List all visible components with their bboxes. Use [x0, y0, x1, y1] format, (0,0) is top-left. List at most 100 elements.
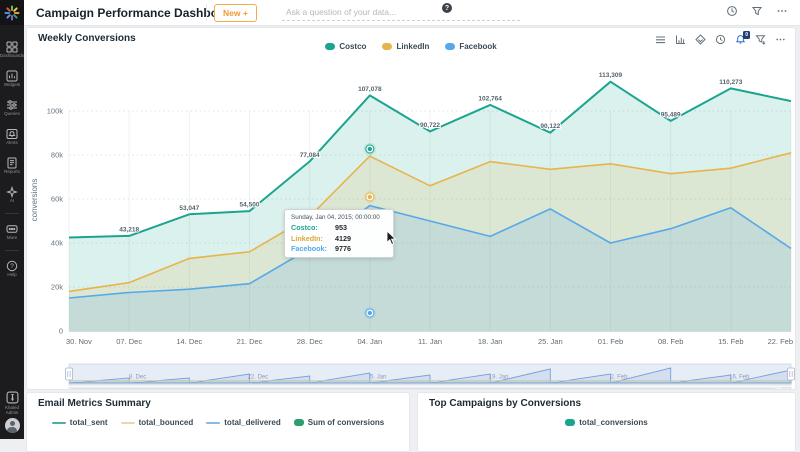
chart-tooltip: Sunday, Jan 04, 2015; 00:00:00 Costco: 9…: [284, 209, 394, 258]
scrollbar-button[interactable]: [782, 387, 791, 389]
sidebar-item-reports[interactable]: Reports: [0, 153, 24, 179]
data-label: 90,722: [420, 122, 440, 129]
data-label: 110,273: [719, 79, 743, 86]
history-icon[interactable]: [726, 5, 738, 17]
topbar-divider: [206, 4, 207, 21]
sidebar-item-label: Reports: [4, 170, 20, 175]
logo-starburst-icon: [4, 5, 20, 21]
y-tick-label: 40k: [51, 239, 63, 248]
user-avatar[interactable]: [5, 418, 20, 433]
navigator-handle[interactable]: [788, 368, 795, 380]
x-tick-label: 28. Dec: [297, 337, 323, 346]
navigator-date-label: 16. Feb: [729, 375, 750, 381]
navigator-date-label: 8. Dec: [129, 375, 146, 381]
x-tick-label: 11. Jan: [418, 337, 442, 346]
sidebar-item-more[interactable]: More: [0, 219, 24, 245]
sidebar-item-label: Help: [7, 273, 16, 278]
tooltip-header: Sunday, Jan 04, 2015; 00:00:00: [291, 214, 387, 221]
sidebar-item-label: Widgets: [4, 83, 20, 88]
selected-point-marker[interactable]: [368, 195, 372, 199]
y-tick-label: 100k: [47, 107, 64, 116]
x-tick-label: 08. Feb: [658, 337, 683, 346]
data-label: 107,078: [358, 86, 382, 93]
selected-point-marker[interactable]: [368, 147, 372, 151]
data-label: 43,218: [119, 226, 139, 233]
y-axis-title: conversions: [30, 179, 39, 222]
tooltip-row: LinkedIn: 4129: [291, 234, 387, 243]
reports-document-icon: [6, 157, 18, 169]
legend-item-total-bounced[interactable]: total_bounced: [121, 418, 194, 427]
help-icon[interactable]: ?: [442, 3, 452, 13]
email-metrics-widget: Email Metrics Summary total_sent total_b…: [26, 392, 410, 452]
top-campaigns-legend: total_conversions: [418, 418, 795, 427]
weekly-conversions-widget: Weekly Conversions 0: [26, 27, 796, 390]
data-label: 102,764: [478, 95, 502, 102]
selected-point-marker[interactable]: [368, 311, 372, 315]
x-tick-label: 18. Jan: [478, 337, 503, 346]
alerts-bell-icon: [6, 128, 18, 140]
sisense-logo-icon[interactable]: [0, 0, 24, 25]
weekly-conversions-chart[interactable]: 020k40k60k80k100k43,21853,04754,50077,08…: [27, 28, 795, 389]
sidebar-item-label: Queries: [4, 112, 20, 117]
dashboards-grid-icon: [6, 41, 18, 53]
navigator-date-label: 19. Jan: [489, 375, 509, 381]
user-label: Khaled Admin: [1, 406, 23, 416]
sum-conversions-swatch: [294, 419, 304, 426]
x-tick-label: 30. Nov: [66, 337, 92, 346]
sidebar-item-queries[interactable]: Queries: [0, 95, 24, 121]
sidebar-item-dashboards[interactable]: Dashboards: [0, 37, 24, 63]
linkedin-swatch: [382, 43, 392, 50]
x-tick-label: 15. Feb: [718, 337, 743, 346]
x-tick-label: 25. Jan: [538, 337, 563, 346]
legend-item-linkedin[interactable]: LinkedIn: [382, 42, 429, 51]
y-tick-label: 20k: [51, 283, 63, 292]
user-tie-icon[interactable]: [6, 391, 19, 404]
email-metrics-legend: total_sent total_bounced total_delivered…: [27, 418, 409, 427]
more-icon[interactable]: [776, 5, 788, 17]
data-label: 77,084: [300, 152, 320, 159]
legend-item-total-conversions[interactable]: total_conversions: [565, 418, 647, 427]
more-ellipsis-icon: [6, 223, 18, 235]
sidebar-divider: [5, 213, 19, 214]
x-tick-label: 04. Jan: [358, 337, 383, 346]
x-tick-label: 01. Feb: [598, 337, 623, 346]
data-label: 53,047: [179, 205, 199, 212]
tooltip-row: Costco: 953: [291, 223, 387, 232]
legend-item-sum-of-conversions[interactable]: Sum of conversions: [294, 418, 384, 427]
data-label: 54,500: [240, 202, 260, 209]
sidebar-item-help[interactable]: ? Help: [0, 256, 24, 282]
widget-title: Top Campaigns by Conversions: [429, 398, 581, 409]
widget-title: Email Metrics Summary: [38, 398, 151, 409]
queries-sliders-icon: [6, 99, 18, 111]
top-campaigns-widget: Top Campaigns by Conversions total_conve…: [417, 392, 796, 452]
help-question-icon: ?: [6, 260, 18, 272]
sidebar-item-widgets[interactable]: Widgets: [0, 66, 24, 92]
widgets-chart-icon: [6, 70, 18, 82]
filter-icon[interactable]: [751, 5, 763, 17]
x-tick-label: 07. Dec: [116, 337, 142, 346]
y-tick-label: 60k: [51, 195, 63, 204]
legend-item-total-sent[interactable]: total_sent: [52, 418, 108, 427]
data-label: 90,122: [540, 123, 560, 130]
search-placeholder: Ask a question of your data...: [286, 7, 396, 17]
total-bounced-swatch: [121, 422, 135, 424]
ask-data-search-input[interactable]: Ask a question of your data...: [282, 3, 520, 21]
legend-item-costco[interactable]: Costco: [325, 42, 366, 51]
y-tick-label: 0: [59, 327, 63, 336]
navigator-date-label: 2. Feb: [610, 375, 628, 381]
navigator-handle[interactable]: [66, 368, 73, 380]
legend-item-facebook[interactable]: Facebook: [445, 42, 496, 51]
navigator-date-label: 5. Jan: [370, 375, 386, 381]
ai-sparkle-icon: [6, 186, 18, 198]
total-delivered-swatch: [206, 422, 220, 424]
sidebar-item-alerts[interactable]: Alerts: [0, 124, 24, 150]
topbar: Campaign Performance Dashboard ▾ New + A…: [24, 0, 800, 26]
new-button[interactable]: New +: [214, 4, 257, 22]
x-tick-label: 14. Dec: [176, 337, 202, 346]
left-sidebar: Dashboards Widgets Queries Alerts: [0, 0, 24, 439]
sidebar-item-label: AI: [10, 199, 14, 204]
total-sent-swatch: [52, 422, 66, 424]
legend-item-total-delivered[interactable]: total_delivered: [206, 418, 280, 427]
sidebar-item-ai[interactable]: AI: [0, 182, 24, 208]
scrollbar-thumb[interactable]: [70, 388, 776, 389]
